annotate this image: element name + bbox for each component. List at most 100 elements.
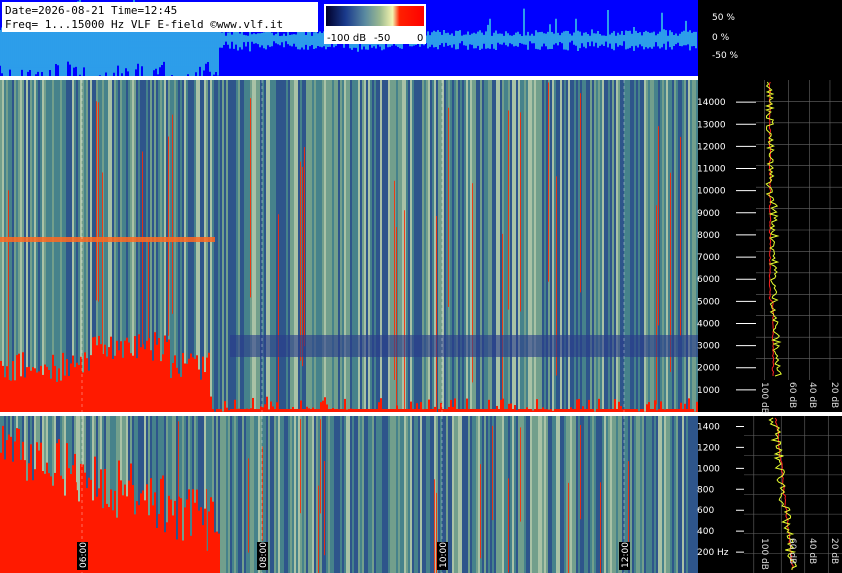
spectrogram-hot-region <box>468 409 470 412</box>
spectrogram-hot-region <box>522 409 524 412</box>
spectrogram-hot-region <box>484 409 486 412</box>
spectrogram-hot-region <box>80 356 82 412</box>
spectrogram-column <box>556 416 558 573</box>
spectrogram-hot-region <box>552 410 554 412</box>
spectrogram-hot-region <box>690 409 692 412</box>
spectrogram-red-streak <box>172 114 173 314</box>
spectrogram-hot-region <box>48 369 50 412</box>
spectrogram-hot-region <box>598 398 600 412</box>
spectrogram-column <box>282 416 284 573</box>
spectrogram-hot-region <box>98 488 100 573</box>
spectrogram-column <box>658 416 660 573</box>
spectrogram-hot-region <box>488 399 490 412</box>
spectrogram-hot-region <box>146 340 148 412</box>
spectrogram-column <box>588 80 590 412</box>
spectrogram-column <box>350 80 352 412</box>
spectrogram-column <box>540 416 542 573</box>
spectrogram-hot-region <box>366 409 368 412</box>
y-tick-label: 1200 <box>697 443 720 453</box>
spectrogram-hot-region <box>216 531 218 573</box>
spectrogram-hot-region <box>606 409 608 412</box>
spectrogram-hot-region <box>596 409 598 412</box>
spectrogram-column <box>472 416 474 573</box>
spectrogram-hot-region <box>176 367 178 412</box>
spectrogram-column <box>216 80 218 412</box>
spectrogram-column <box>678 80 680 412</box>
spectrogram-hot-region <box>418 409 420 412</box>
spectrogram-hot-region <box>580 409 582 412</box>
y-tick-label: 400 <box>697 527 714 537</box>
spectrogram-column <box>286 416 288 573</box>
spectrogram-column <box>306 416 308 573</box>
spectrogram-hot-region <box>218 533 220 573</box>
spectrogram-hot-region <box>518 409 520 412</box>
spectrogram-hot-region <box>560 409 562 412</box>
spectrogram-hot-region <box>170 377 172 412</box>
spectrogram-hot-region <box>188 489 190 573</box>
spectrogram-hot-region <box>378 402 380 412</box>
spectrogram-column <box>644 416 646 573</box>
spectrogram-column <box>482 416 484 573</box>
spectrogram-column <box>518 80 520 412</box>
spectrogram-hot-region <box>454 398 456 412</box>
spectrogram-column <box>308 80 310 412</box>
spectrogram-hot-region <box>692 409 694 412</box>
spectrogram-column <box>26 80 28 412</box>
spectrogram-column <box>222 80 224 412</box>
spectrogram-column <box>650 80 652 412</box>
spectrogram-hot-region <box>526 407 528 412</box>
spectrogram-hot-region <box>112 510 114 573</box>
spectrogram-hot-region <box>472 409 474 412</box>
spectrogram-hot-region <box>466 398 468 412</box>
spectrogram-hot-region <box>358 409 360 412</box>
spectrogram-column <box>616 80 618 412</box>
info-box: Date=2026-08-21 Time=12:45 Freq= 1...150… <box>2 2 318 32</box>
spectrogram-hot-region <box>448 407 450 412</box>
spectrogram-column <box>256 80 258 412</box>
waveform-tick-50: 50 % <box>712 13 735 23</box>
spectrogram-column <box>346 80 348 412</box>
spectrogram-column <box>424 80 426 412</box>
spectrogram-column <box>286 80 288 412</box>
spectrogram-column <box>690 416 692 573</box>
spectrogram-hot-region <box>58 439 60 573</box>
vlf-chart-canvas: Date=2026-08-21 Time=12:45 Freq= 1...150… <box>0 0 842 573</box>
spectrogram-hot-region <box>180 498 182 573</box>
spectrogram-hot-region <box>658 409 660 412</box>
spectrogram-column <box>476 416 478 573</box>
spectrogram-hot-region <box>206 550 208 573</box>
spectrogram-red-streak <box>436 216 437 416</box>
spectrogram-hot-region <box>590 409 592 412</box>
spectrogram-hot-region <box>274 409 276 412</box>
spectrogram-column <box>686 416 688 573</box>
spectrogram-column <box>358 416 360 573</box>
spectrogram-hot-region <box>384 409 386 412</box>
spectrogram-red-streak <box>300 161 301 361</box>
spectrogram-hot-region <box>152 505 154 573</box>
spectrogram-hot-region <box>180 376 182 412</box>
spectrogram-hot-region <box>524 409 526 412</box>
spectrogram-column <box>390 80 392 412</box>
spectrogram-hot-region <box>682 409 684 412</box>
spectrogram-hot-region <box>370 409 372 412</box>
spectrogram-column <box>392 80 394 412</box>
spectrogram-column <box>38 80 40 412</box>
spectrogram-hot-region <box>360 409 362 412</box>
spectrogram-column <box>244 80 246 412</box>
spectrogram-red-streak <box>508 478 509 573</box>
spectrogram-hot-region <box>420 402 422 412</box>
spectrogram-column <box>456 80 458 412</box>
spectrogram-hot-region <box>576 399 578 412</box>
spectrum-db-label: 20 dB <box>829 538 839 564</box>
spectrogram-column <box>374 416 376 573</box>
spectrogram-hot-region <box>146 484 148 573</box>
spectrogram-red-streak <box>548 82 549 282</box>
spectrogram-hot-region <box>50 378 52 412</box>
spectrogram-column <box>236 416 238 573</box>
spectrogram-hot-region <box>476 409 478 412</box>
spectrogram-hot-region <box>234 399 236 412</box>
spectrogram-hot-region <box>286 409 288 412</box>
spectrogram-hot-region <box>144 349 146 412</box>
spectrogram-column <box>50 80 52 412</box>
spectrogram-hot-region <box>8 379 10 412</box>
